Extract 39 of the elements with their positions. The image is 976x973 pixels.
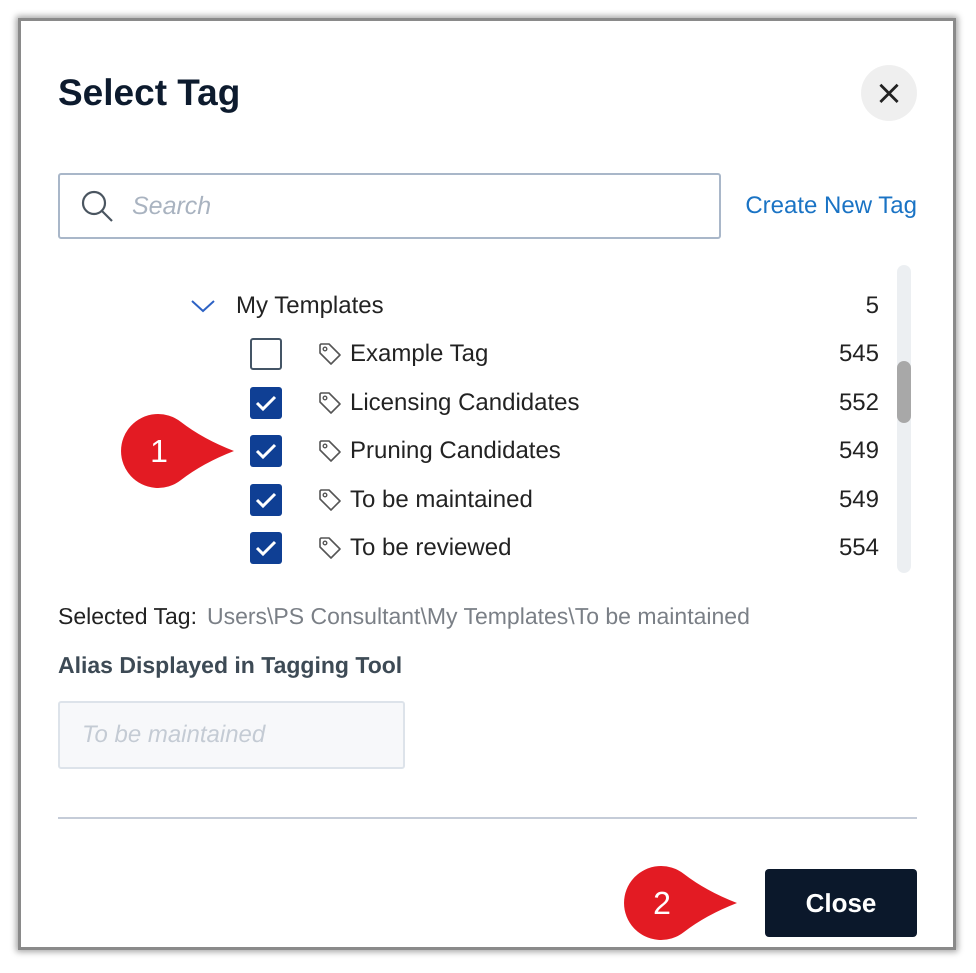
alias-label: Alias Displayed in Tagging Tool xyxy=(58,652,404,679)
create-tag-link[interactable]: Create New Tag xyxy=(745,192,917,220)
checkmark-icon xyxy=(255,442,277,460)
selected-tag-label: Selected Tag: xyxy=(58,603,197,630)
tag-icon xyxy=(318,536,342,560)
tag-icon xyxy=(318,342,342,366)
search-field[interactable]: Search xyxy=(58,173,722,239)
tag-count: 554 xyxy=(838,534,879,562)
checkbox[interactable] xyxy=(250,532,282,564)
checkmark-icon xyxy=(255,394,277,412)
tag-count: 549 xyxy=(838,437,879,466)
selected-tag-path: Users\PS Consultant\My Templates\To be maintained xyxy=(206,603,750,630)
tag-label[interactable]: To be reviewed xyxy=(350,534,839,562)
checkbox[interactable] xyxy=(250,435,282,468)
tag-count: 5 xyxy=(866,292,879,320)
scrollbar[interactable] xyxy=(897,265,911,573)
step-callout: 2 xyxy=(624,865,738,941)
tag-icon xyxy=(318,390,342,415)
chevron-icon[interactable] xyxy=(190,298,216,314)
tag-icon xyxy=(318,439,342,464)
checkbox[interactable] xyxy=(250,386,282,419)
tag-count: 549 xyxy=(838,486,879,514)
search-icon xyxy=(80,189,114,223)
dialog-title: Select Tag xyxy=(58,72,240,114)
tag-icon xyxy=(318,488,342,512)
tag-label[interactable]: Example Tag xyxy=(350,340,839,368)
checkbox[interactable] xyxy=(250,484,282,516)
checkmark-icon xyxy=(255,539,277,558)
tag-label[interactable]: Licensing Candidates xyxy=(350,388,839,417)
tag-label[interactable]: Pruning Candidates xyxy=(350,437,839,466)
tag-count: 545 xyxy=(838,340,879,368)
checkmark-icon xyxy=(255,490,277,509)
tag-label[interactable]: To be maintained xyxy=(350,486,839,514)
checkbox[interactable] xyxy=(250,338,282,370)
tag-count: 552 xyxy=(838,388,879,417)
group-label[interactable]: My Templates xyxy=(236,292,866,320)
close-button[interactable]: × xyxy=(861,65,917,121)
step-callout: 1 xyxy=(121,413,235,489)
close-button[interactable]: Close xyxy=(765,869,917,937)
